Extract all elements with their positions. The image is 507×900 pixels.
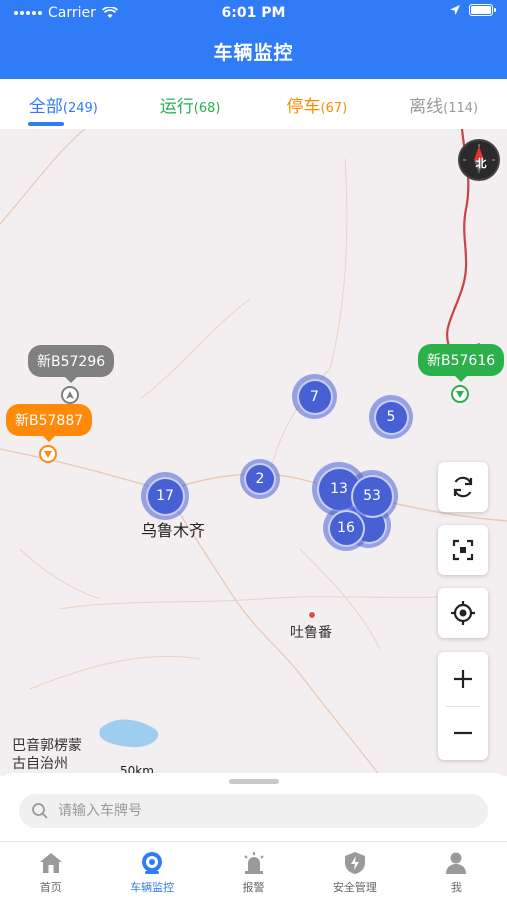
tabbar-safety[interactable]: 安全管理 <box>304 842 405 900</box>
tab-offline-label: 离线 <box>409 97 444 117</box>
vehicle-label-B57296[interactable]: 新B57296 <box>28 345 115 383</box>
tab-offline[interactable]: 离线(114) <box>380 79 507 129</box>
cluster-count: 2 <box>244 463 276 495</box>
refresh-icon <box>453 476 473 498</box>
status-bar: Carrier 6:01 PM <box>0 0 507 26</box>
zoom-out-button[interactable] <box>438 706 488 760</box>
vehicle-cluster[interactable]: 5 <box>369 395 413 439</box>
zoom-divider <box>446 706 480 707</box>
vehicle-cluster[interactable]: 17 <box>141 472 189 520</box>
refresh-button[interactable] <box>438 462 488 512</box>
tabbar-alarm[interactable]: 报警 <box>203 842 304 900</box>
compass-icon[interactable]: 北 <box>458 139 500 181</box>
minus-icon <box>454 731 472 735</box>
map-base-layer <box>0 129 507 776</box>
tab-all-count: (249) <box>62 101 98 116</box>
location-arrow-icon <box>450 5 460 15</box>
cluster-count: 7 <box>296 378 333 415</box>
active-tab-indicator <box>28 122 64 126</box>
tab-parked-label: 停车 <box>286 97 321 117</box>
cluster-count: 16 <box>327 509 365 547</box>
tabbar-home-label: 首页 <box>39 881 62 894</box>
plus-icon <box>454 670 472 688</box>
tabbar-me-label: 我 <box>450 881 462 894</box>
vehicle-label-B57616[interactable]: 新B57616 <box>418 344 505 382</box>
tabbar-safety-label: 安全管理 <box>332 881 377 894</box>
compass-north-label: 北 <box>475 157 487 170</box>
tabbar-vehicle-monitor-label: 车辆监控 <box>130 881 175 894</box>
vehicle-monitor-icon <box>142 852 163 874</box>
bottom-tab-bar: 首页 车辆监控 报警 安全管理 我 <box>0 841 507 900</box>
zoom-controls <box>438 652 488 760</box>
sheet-drag-handle[interactable] <box>229 779 279 784</box>
status-right <box>449 4 496 16</box>
bottom-sheet <box>0 773 507 841</box>
tab-running-count: (68) <box>193 101 221 116</box>
battery-icon <box>469 4 496 16</box>
vehicle-monitor-screen: Carrier 6:01 PM 车辆监控 全部(249) 运行(68) 停车(6… <box>0 0 507 900</box>
region-label-line1: 巴音郭楞蒙 <box>12 738 82 754</box>
header: Carrier 6:01 PM 车辆监控 <box>0 0 507 79</box>
city-label-urumqi: 乌鲁木齐 <box>141 521 206 540</box>
vehicle-cluster[interactable]: 2 <box>240 459 280 499</box>
map-view[interactable]: 北 新B57296 新B57887 新B57616 7 5 2 17 13 53… <box>0 129 507 776</box>
cluster-count: 5 <box>373 399 409 435</box>
vehicle-cluster[interactable]: 16 <box>323 505 369 551</box>
zoom-in-button[interactable] <box>438 652 488 706</box>
status-tabs: 全部(249) 运行(68) 停车(67) 离线(114) <box>0 79 507 129</box>
parked-vehicle-marker-icon[interactable] <box>39 445 57 463</box>
locate-icon <box>451 601 475 625</box>
vehicle-cluster[interactable]: 7 <box>292 374 337 419</box>
tab-running[interactable]: 运行(68) <box>127 79 254 129</box>
tab-running-label: 运行 <box>159 97 194 117</box>
clock: 6:01 PM <box>221 5 286 21</box>
tab-offline-count: (114) <box>443 101 479 116</box>
tab-parked[interactable]: 停车(67) <box>254 79 381 129</box>
search-icon <box>32 803 48 819</box>
tabbar-alarm-label: 报警 <box>242 881 265 894</box>
shield-icon <box>344 852 365 874</box>
tabbar-me[interactable]: 我 <box>406 842 507 900</box>
cluster-count: 17 <box>145 476 185 516</box>
fullscreen-focus-icon <box>452 539 474 561</box>
tabbar-home[interactable]: 首页 <box>0 842 101 900</box>
region-label: 巴音郭楞蒙 古自治州 <box>12 737 82 773</box>
page-title: 车辆监控 <box>213 42 294 64</box>
region-label-line2: 古自治州 <box>12 756 68 772</box>
alarm-icon <box>243 852 264 874</box>
locate-button[interactable] <box>438 588 488 638</box>
tab-all-label: 全部 <box>28 97 63 117</box>
tabbar-vehicle-monitor[interactable]: 车辆监控 <box>101 842 202 900</box>
city-label-turpan: 吐鲁番 <box>290 625 332 641</box>
home-icon <box>39 853 62 873</box>
running-vehicle-marker-icon[interactable] <box>451 385 469 403</box>
offline-vehicle-marker-icon[interactable] <box>61 386 79 404</box>
search-bar[interactable] <box>19 794 488 828</box>
fit-view-button[interactable] <box>438 525 488 575</box>
plate-search-input[interactable] <box>58 803 438 819</box>
tab-all[interactable]: 全部(249) <box>0 79 127 129</box>
tab-parked-count: (67) <box>320 101 348 116</box>
user-icon <box>446 852 467 874</box>
vehicle-label-B57887[interactable]: 新B57887 <box>6 404 93 442</box>
